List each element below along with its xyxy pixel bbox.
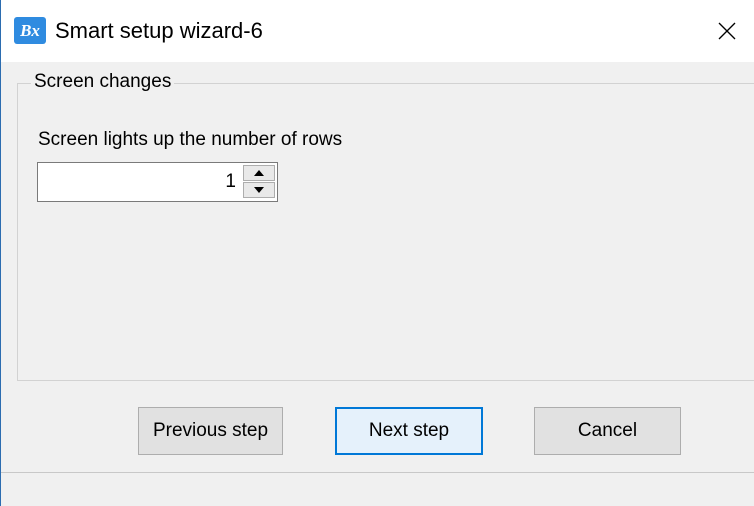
next-step-button[interactable]: Next step — [335, 407, 483, 455]
close-button[interactable] — [707, 12, 747, 50]
close-icon — [718, 22, 736, 40]
stepper-up-button[interactable] — [243, 165, 275, 181]
stepper-buttons — [243, 165, 275, 199]
arrow-down-icon — [254, 187, 264, 193]
previous-step-button[interactable]: Previous step — [138, 407, 283, 455]
rows-label: Screen lights up the number of rows — [38, 129, 343, 150]
group-title: Screen changes — [31, 71, 175, 93]
title-bar: Bx Smart setup wizard-6 — [1, 0, 754, 62]
footer-divider — [1, 472, 754, 473]
stepper-down-button[interactable] — [243, 182, 275, 198]
cancel-button[interactable]: Cancel — [534, 407, 681, 455]
rows-value[interactable]: 1 — [38, 163, 236, 201]
rows-stepper[interactable]: 1 — [37, 162, 278, 202]
wizard-window: Bx Smart setup wizard-6 Screen changes S… — [0, 0, 754, 506]
window-title: Smart setup wizard-6 — [55, 18, 263, 43]
arrow-up-icon — [254, 170, 264, 176]
app-icon: Bx — [14, 17, 46, 44]
